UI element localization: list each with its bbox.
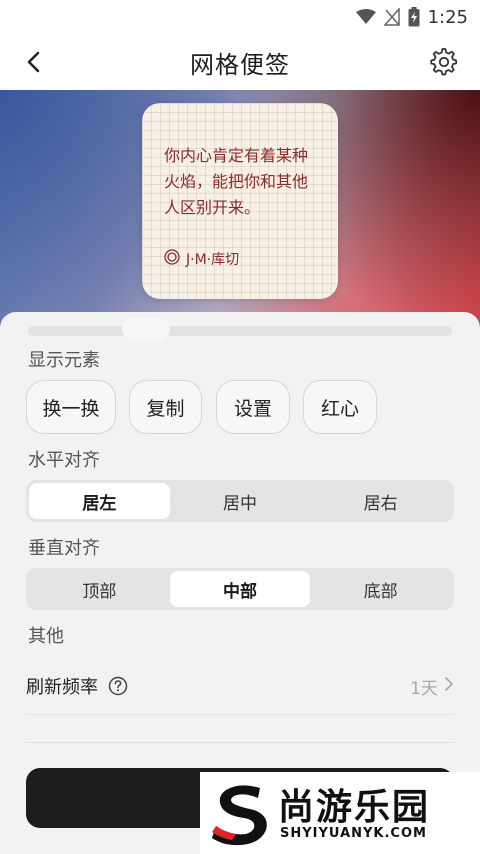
watermark: 尚游乐园 SHYIYUANYK.COM (200, 772, 480, 854)
red-heart-button[interactable]: 红心 (303, 380, 377, 434)
status-time: 1:25 (427, 6, 468, 28)
divider (26, 742, 454, 743)
copy-button[interactable]: 复制 (129, 380, 202, 434)
sheet-slider-knob[interactable] (122, 318, 170, 340)
battery-charging-icon (408, 7, 420, 27)
refresh-frequency-label: 刷新频率 (26, 677, 98, 698)
author-circle-icon (164, 249, 180, 269)
refresh-quote-button[interactable]: 换一换 (26, 380, 116, 434)
align-middle-option[interactable]: 中部 (169, 571, 311, 607)
help-icon[interactable] (108, 676, 128, 696)
note-author-name: J·M·库切 (186, 252, 240, 268)
chevron-right-icon (444, 676, 454, 697)
horizontal-align-control: 居左 居中 居右 (26, 480, 454, 522)
widget-preview: 你内心肯定有着某种火焰，能把你和其他人区别开来。 J·M·库切 (0, 90, 480, 340)
refresh-frequency-row[interactable]: 刷新频率 1天 (26, 662, 454, 710)
note-text: 你内心肯定有着某种火焰，能把你和其他人区别开来。 (164, 146, 309, 217)
align-bottom-option[interactable]: 底部 (310, 571, 451, 607)
wifi-icon (355, 9, 376, 25)
refresh-frequency-text: 1天 (410, 678, 438, 699)
align-right-option[interactable]: 居右 (310, 483, 451, 519)
refresh-frequency-value[interactable]: 1天 (410, 674, 454, 699)
watermark-logo-icon (210, 780, 272, 852)
no-signal-icon (383, 8, 400, 26)
align-left-option[interactable]: 居左 (29, 483, 170, 519)
note-author: J·M·库切 (164, 249, 239, 269)
vertical-align-control: 顶部 中部 底部 (26, 568, 454, 610)
app-bar: 网格便签 (0, 34, 480, 90)
other-label: 其他 (28, 626, 64, 647)
sheet-slider-track[interactable] (28, 326, 452, 336)
grid-note-card: 你内心肯定有着某种火焰，能把你和其他人区别开来。 J·M·库切 (142, 103, 338, 299)
gear-icon[interactable] (426, 44, 462, 80)
settings-button[interactable]: 设置 (216, 380, 290, 434)
align-top-option[interactable]: 顶部 (29, 571, 170, 607)
watermark-title: 尚游乐园 (278, 787, 431, 828)
back-arrow-icon[interactable] (18, 46, 50, 78)
align-center-option[interactable]: 居中 (170, 483, 311, 519)
status-bar: 1:25 (0, 0, 480, 34)
vertical-align-label: 垂直对齐 (28, 538, 100, 559)
display-elements-label: 显示元素 (28, 350, 100, 371)
divider (26, 714, 454, 715)
page-title: 网格便签 (190, 50, 290, 79)
horizontal-align-label: 水平对齐 (28, 450, 100, 471)
watermark-subtitle: SHYIYUANYK.COM (280, 826, 427, 841)
